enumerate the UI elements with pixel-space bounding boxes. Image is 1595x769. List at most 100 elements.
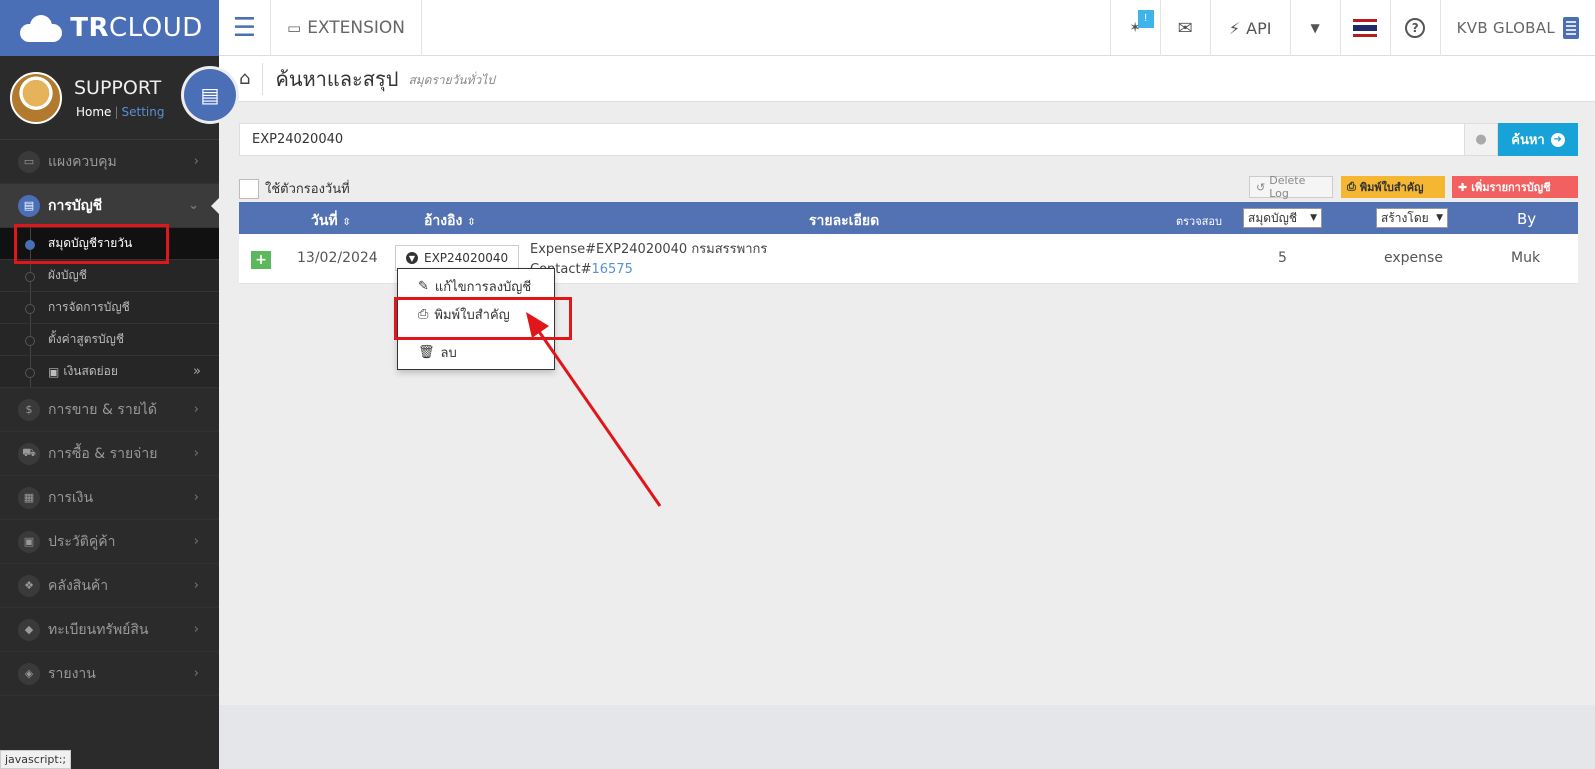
menu-item-label: แก้ไขการลงบัญชี (434, 279, 532, 295)
creator-filter-select[interactable]: สร้างโดย ▼ (1376, 208, 1448, 228)
printer-icon: ⎙ (1347, 180, 1356, 193)
column-by-label: By (1517, 210, 1537, 228)
menu-item-edit-entry[interactable]: ✎ แก้ไขการลงบัญชี (398, 272, 554, 300)
chevron-right-icon: › (193, 622, 199, 637)
sidebar-subitem-label: ผังบัญชี (48, 268, 87, 282)
hamburger-menu-icon[interactable]: ☰ (219, 0, 271, 56)
chevron-down-icon: ▼ (1436, 213, 1443, 223)
sidebar-subitem-account-management[interactable]: การจัดการบัญชี (0, 292, 219, 324)
home-link[interactable]: Home (76, 105, 111, 119)
column-check-label: ตรวจสอบ (1176, 215, 1222, 228)
sidebar-subitem-label: เงินสดย่อย (63, 364, 118, 378)
caret-down-icon: ▼ (1310, 21, 1320, 35)
row-date: 13/02/2024 (297, 250, 378, 266)
sidebar: SUPPORT Home | Setting ▤ ▭ แผงควบคุม › ▤ ก… (0, 56, 236, 769)
sidebar-subitem-petty-cash[interactable]: ▣ เงินสดย่อย » (0, 356, 219, 388)
sidebar-item-assets[interactable]: ◆ ทะเบียนทรัพย์สิน › (0, 608, 219, 652)
sidebar-subitem-chart-of-accounts[interactable]: ผังบัญชี (0, 260, 219, 292)
column-by-header: By (1517, 210, 1536, 228)
plus-icon: ✚ (1458, 180, 1468, 194)
monitor-icon: ▭ (18, 150, 40, 173)
column-date-header[interactable]: วันที่ ⇳ (311, 210, 351, 232)
extension-button[interactable]: ▭ EXTENSION (271, 0, 423, 56)
column-ref-header[interactable]: อ้างอิง ⇳ (424, 210, 476, 232)
sidebar-item-label: คลังสินค้า (48, 577, 109, 594)
chevron-right-icon: › (193, 578, 199, 593)
company-switcher[interactable]: KVB GLOBAL (1441, 0, 1595, 56)
bullet-icon (25, 272, 35, 282)
envelope-icon: ✉ (1177, 17, 1193, 39)
home-icon[interactable]: ⌂ (239, 68, 250, 89)
sidebar-item-inventory[interactable]: ❖ คลังสินค้า › (0, 564, 219, 608)
language-button[interactable] (1341, 0, 1391, 56)
brand-logo[interactable]: TR CLOUD (0, 0, 219, 56)
highlight-box-sidebar (14, 224, 169, 264)
status-bar-tooltip: javascript:; (0, 750, 72, 769)
delete-log-button[interactable]: ↺ Delete Log (1249, 174, 1333, 200)
thai-flag-icon (1353, 19, 1378, 37)
sidebar-item-sales[interactable]: $ การขาย & รายได้ › (0, 388, 219, 432)
row-check: 5 (1278, 250, 1287, 266)
report-icon: ◈ (18, 662, 40, 685)
date-filter: ใช้ตัวกรองวันที่ (239, 178, 350, 199)
sidebar-subitem-account-formula[interactable]: ตั้งค่าสูตรบัญชี (0, 324, 219, 356)
row-creator: expense (1384, 250, 1443, 266)
row-detail-line1: Expense#EXP24020040 กรมสรรพากร (530, 242, 768, 257)
date-filter-checkbox[interactable] (239, 178, 259, 199)
add-entry-button[interactable]: ✚ เพิ่มรายการบัญชี (1452, 176, 1578, 198)
calendar-icon: ▦ (18, 486, 40, 509)
expand-row-button[interactable]: + (251, 251, 271, 269)
plug-icon: ⚡ (1228, 18, 1241, 38)
notification-button[interactable]: ✶ ! (1111, 0, 1161, 56)
sidebar-item-dashboard[interactable]: ▭ แผงควบคุม › (0, 140, 219, 184)
sidebar-subitem-label: ตั้งค่าสูตรบัญชี (48, 332, 124, 346)
highlight-box-menu (394, 297, 572, 340)
sidebar-item-label: แผงควบคุม (48, 153, 117, 170)
avatar[interactable] (10, 71, 62, 124)
calculator-icon (1563, 17, 1579, 39)
menu-item-label: ลบ (440, 345, 457, 361)
menu-item-delete[interactable]: 🗑 ลบ (398, 338, 554, 366)
chevron-right-icon: › (193, 666, 199, 681)
double-chevron-right-icon: » (193, 364, 201, 379)
monitor-icon: ▭ (287, 19, 302, 37)
sidebar-item-label: ทะเบียนทรัพย์สิน (48, 621, 149, 638)
sidebar-item-accounting[interactable]: ▤ การบัญชี ⌄ (0, 184, 219, 228)
chevron-down-icon: ▼ (1310, 213, 1317, 223)
contact-icon: ▣ (18, 530, 40, 553)
book-filter-value: สมุดบัญชี (1248, 210, 1298, 225)
book-icon[interactable]: ▤ (184, 69, 236, 121)
print-voucher-button[interactable]: ⎙ พิมพ์ใบสำคัญ (1341, 176, 1445, 198)
search-input[interactable] (239, 123, 1464, 156)
book-filter-select[interactable]: สมุดบัญชี ▼ (1243, 208, 1322, 228)
help-button[interactable]: ? (1391, 0, 1441, 56)
sidebar-item-purchases[interactable]: ⛟ การซื้อ & รายจ่าย › (0, 432, 219, 476)
sidebar-item-finance[interactable]: ▦ การเงิน › (0, 476, 219, 520)
sidebar-item-label: ประวัติคู่ค้า (48, 533, 116, 550)
edit-icon: ✎ (418, 278, 429, 294)
search-button[interactable]: ค้นหา ➜ (1498, 123, 1578, 156)
extension-label: EXTENSION (307, 18, 406, 38)
cart-icon: ⛟ (18, 442, 40, 465)
print-voucher-label: พิมพ์ใบสำคัญ (1359, 181, 1424, 194)
footer-band (219, 705, 1595, 769)
sidebar-item-partner-history[interactable]: ▣ ประวัติคู่ค้า › (0, 520, 219, 564)
chevron-right-icon: › (193, 154, 199, 169)
page-title: ค้นหาและสรุป (262, 62, 398, 95)
sort-icon: ⇳ (467, 217, 476, 228)
contact-link[interactable]: 16575 (591, 262, 632, 277)
dropdown-caret-button[interactable]: ▼ (1291, 0, 1341, 56)
chevron-right-icon: › (193, 402, 199, 417)
sidebar-item-reports[interactable]: ◈ รายงาน › (0, 652, 219, 696)
notification-badge: ! (1137, 10, 1154, 28)
add-entry-label: เพิ่มรายการบัญชี (1471, 181, 1551, 194)
money-icon: ▣ (48, 364, 60, 379)
mail-button[interactable]: ✉ (1161, 0, 1211, 56)
api-button[interactable]: ⚡ API (1211, 0, 1291, 56)
microphone-icon[interactable]: ● (1464, 123, 1498, 156)
sidebar-item-label: การซื้อ & รายจ่าย (48, 445, 158, 462)
sidebar-subitem-label: การจัดการบัญชี (48, 300, 130, 314)
sidebar-item-label: การเงิน (48, 489, 94, 506)
book-icon: ▤ (18, 194, 40, 217)
setting-link[interactable]: Setting (121, 105, 164, 119)
